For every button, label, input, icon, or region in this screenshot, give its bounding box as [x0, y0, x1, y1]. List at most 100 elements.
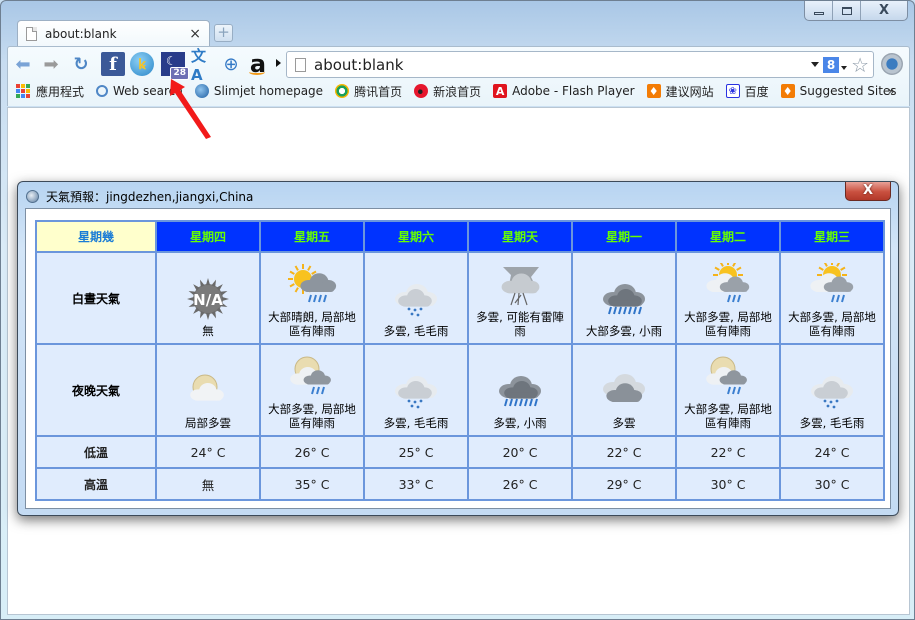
low-temp-cell: 20° C: [467, 435, 573, 469]
weather-thunderstorm-icon: [501, 267, 540, 306]
search-engine-icon[interactable]: 8: [823, 56, 840, 73]
low-temp-cell: 24° C: [779, 435, 885, 469]
low-temp-row: 低溫 24° C 26° C 25° C 20° C 22° C 22° C 2…: [35, 435, 885, 469]
reload-button[interactable]: ↻: [70, 53, 92, 75]
bookmark-label: Web search: [113, 84, 183, 98]
weather-condition: 大部多雲, 小雨: [573, 256, 675, 340]
daytime-weather-cell: 大部多雲, 局部地區有陣雨: [779, 251, 885, 345]
bookmark-web-search[interactable]: Web search: [96, 84, 183, 98]
bookmark-baidu[interactable]: ❀ 百度: [725, 83, 769, 100]
weather-condition: 大部多雲, 局部地區有陣雨: [677, 256, 779, 340]
high-temp-row: 高溫 無 35° C 33° C 26° C 29° C 30° C 30° C: [35, 467, 885, 501]
weather-moon-cloud-icon: [190, 374, 224, 401]
bookmark-label: 新浪首页: [433, 84, 482, 99]
page-icon: [295, 57, 306, 72]
reload-icon: ↻: [73, 53, 89, 75]
high-temp-cell: 30° C: [675, 467, 781, 501]
low-temp-cell: 24° C: [155, 435, 261, 469]
close-window-button[interactable]: X: [861, 1, 907, 20]
daytime-weather-cell: 大部多雲, 局部地區有陣雨: [675, 251, 781, 345]
weather-description: 大部多雲, 局部地區有陣雨: [788, 310, 876, 338]
forecast-table: 星期幾 星期四 星期五 星期六 星期天 星期一 星期二 星期三 白晝天氣 N/A…: [35, 220, 885, 501]
weather-condition: 大部多雲, 局部地區有陣雨: [261, 348, 363, 432]
lunar-calendar-extension-button[interactable]: ☾ 28: [161, 52, 189, 80]
dialog-close-button[interactable]: X: [845, 182, 891, 201]
svg-text:N/A: N/A: [193, 291, 223, 309]
night-weather-cell: 大部多雲, 局部地區有陣雨: [675, 343, 781, 437]
weather-description: 大部多雲, 小雨: [585, 324, 663, 338]
forward-button[interactable]: ➡: [40, 53, 62, 75]
tab-close-icon[interactable]: ×: [189, 27, 201, 41]
adobe-icon: A: [493, 84, 508, 98]
weather-description: 局部多雲: [185, 416, 231, 430]
new-tab-button[interactable]: +: [214, 24, 233, 42]
bookmark-adobe-flash[interactable]: A Adobe - Flash Player: [493, 84, 635, 98]
maximize-button[interactable]: [833, 1, 861, 20]
bulb-icon: ♦: [646, 84, 661, 98]
apps-icon: [16, 84, 30, 98]
bookmark-apps[interactable]: 應用程式: [16, 83, 84, 100]
night-weather-row: 夜晚天氣 局部多雲 大部多雲, 局部地區有陣雨 多雲, 毛毛雨 多雲, 小雨 多雲 大部多…: [35, 343, 885, 437]
search-icon: [96, 85, 109, 97]
weather-na-icon: N/A: [187, 278, 229, 320]
weather-sun-shower-icon: [288, 264, 337, 303]
bookmark-label: 百度: [744, 84, 769, 99]
address-bar[interactable]: 8 ☆: [286, 51, 874, 78]
night-weather-cell: 多雲: [571, 343, 677, 437]
settings-menu-button[interactable]: [881, 53, 903, 75]
magnifier-plus-icon: ⊕: [223, 53, 239, 75]
daytime-weather-cell: N/A 無: [155, 251, 261, 345]
day-header: 星期天: [467, 220, 573, 253]
facebook-extension-button[interactable]: f: [101, 52, 125, 76]
zoom-extension-button[interactable]: ⊕: [219, 52, 243, 76]
row-label: 低溫: [35, 435, 157, 469]
weather-description: 大部多雲, 局部地區有陣雨: [684, 402, 772, 430]
translate-extension-button[interactable]: 文A: [191, 47, 215, 84]
minimize-button[interactable]: [805, 1, 833, 20]
weather-moon-cloud-shower-icon: [706, 356, 747, 395]
high-temp-cell: 30° C: [779, 467, 885, 501]
day-header: 星期一: [571, 220, 677, 253]
high-temp-cell: 35° C: [259, 467, 365, 501]
bookmark-star-icon[interactable]: ☆: [851, 55, 869, 75]
bookmarks-overflow-chevron-icon[interactable]: »: [888, 84, 895, 98]
bookmark-sina[interactable]: 新浪首页: [414, 83, 481, 100]
qq-icon: [335, 84, 350, 98]
calendar-date-badge: 28: [170, 67, 189, 80]
toolbar: ⬅ ➡ ↻ f ꝃ ☾ 28 文A ⊕ a 8 ☆: [7, 46, 910, 106]
weather-sun-cloud-shower-icon: [810, 263, 854, 303]
search-engine-dropdown-icon[interactable]: [841, 65, 848, 70]
row-label: 高溫: [35, 467, 157, 501]
amazon-extension-button[interactable]: a: [246, 52, 270, 76]
bookmark-label: 建议网站: [665, 84, 714, 99]
dialog-titlebar: 天氣預報：jingdezhen,jiangxi,China: [26, 188, 253, 205]
weather-condition: 大部晴朗, 局部地區有陣雨: [261, 256, 363, 340]
bulb-icon: ♦: [780, 84, 795, 98]
low-temp-cell: 22° C: [675, 435, 781, 469]
address-dropdown-icon[interactable]: [811, 62, 820, 67]
weather-condition: 多雲, 毛毛雨: [365, 256, 467, 340]
weekday-header: 星期幾: [35, 220, 157, 253]
bookmark-tencent[interactable]: 腾讯首页: [335, 83, 402, 100]
address-input[interactable]: [314, 55, 812, 74]
weather-forecast-dialog: 天氣預報：jingdezhen,jiangxi,China X 星期幾 星期四 …: [17, 181, 899, 516]
weather-description: 大部多雲, 局部地區有陣雨: [268, 402, 356, 430]
tab-about-blank[interactable]: about:blank ×: [17, 20, 210, 47]
weather-condition: 多雲: [573, 348, 675, 432]
bookmark-label: 腾讯首页: [354, 84, 403, 99]
bookmark-suggested-sites[interactable]: ♦ Suggested Sites: [780, 84, 897, 98]
bookmark-slimjet-homepage[interactable]: Slimjet homepage: [194, 84, 323, 98]
weather-description: 多雲, 可能有雷陣雨: [476, 310, 564, 338]
amazon-icon: a: [249, 50, 267, 78]
row-label: 夜晚天氣: [35, 343, 157, 437]
password-extension-button[interactable]: ꝃ: [130, 52, 154, 76]
night-weather-cell: 多雲, 毛毛雨: [363, 343, 469, 437]
bookmark-label: Suggested Sites: [799, 84, 897, 98]
bookmark-suggested-cn[interactable]: ♦ 建议网站: [646, 83, 714, 100]
high-temp-cell: 無: [155, 467, 261, 501]
back-button[interactable]: ⬅: [12, 53, 34, 75]
weather-condition: 局部多雲: [157, 348, 259, 432]
high-temp-cell: 29° C: [571, 467, 677, 501]
extensions-overflow-arrow-icon[interactable]: [276, 59, 281, 67]
day-header: 星期五: [259, 220, 365, 253]
